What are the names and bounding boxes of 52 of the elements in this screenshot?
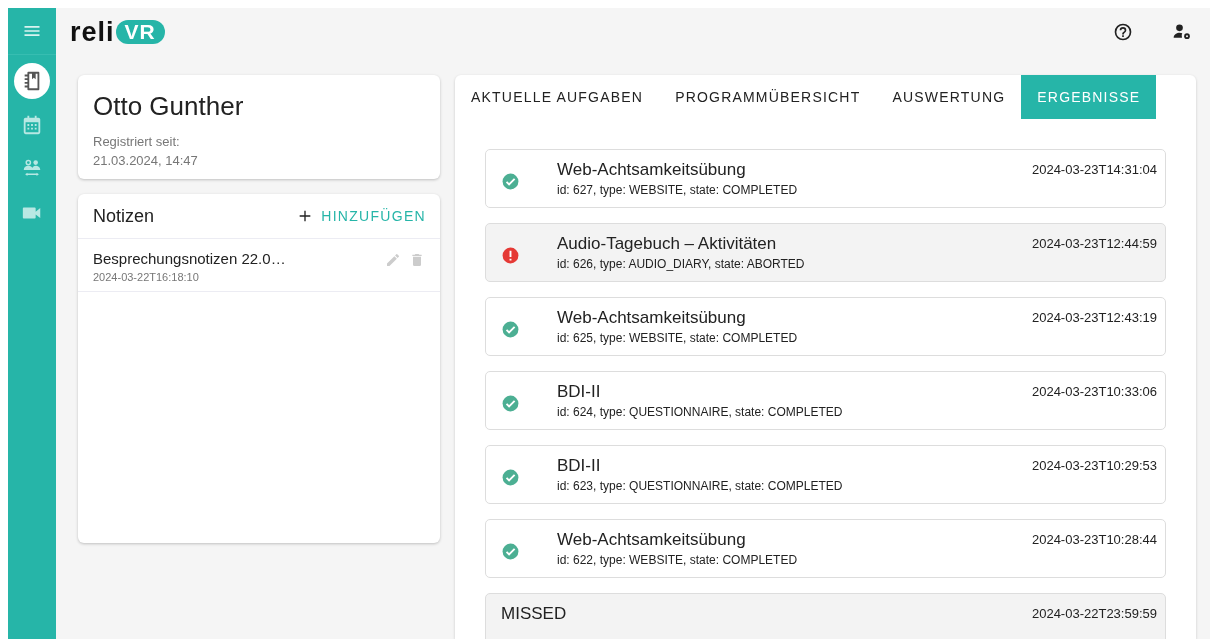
logo-text: reli: [70, 18, 115, 46]
check-circle-icon: [501, 468, 520, 487]
result-title: MISSED: [501, 603, 568, 624]
patient-name: Otto Gunther: [93, 91, 245, 122]
result-details: id: 626, type: AUDIO_DIARY, state: ABORTED: [557, 257, 806, 271]
tab[interactable]: AUSWERTUNG: [876, 75, 1022, 119]
result-card[interactable]: MISSED 2024-03-22T23:59:59: [485, 593, 1166, 639]
edit-note-button[interactable]: [385, 252, 401, 268]
result-card[interactable]: Web-Achtsamkeitsübung id: 622, type: WEBSITE, state: COMPLETED 2024-03-23T10:28:44: [485, 519, 1166, 578]
tab[interactable]: AKTUELLE AUFGABEN: [455, 75, 660, 119]
registered-date: 21.03.2024, 14:47: [93, 152, 199, 170]
result-details: id: 625, type: WEBSITE, state: COMPLETED: [557, 331, 799, 345]
result-title: Audio-Tagebuch – Aktivitäten: [557, 233, 778, 254]
logo-badge: VR: [115, 19, 165, 44]
delete-note-button[interactable]: [409, 252, 425, 268]
result-card[interactable]: Web-Achtsamkeitsübung id: 625, type: WEBSITE, state: COMPLETED 2024-03-23T12:43:19: [485, 297, 1166, 356]
check-circle-icon: [501, 394, 520, 413]
result-timestamp: 2024-03-23T12:44:59: [1031, 235, 1157, 251]
result-card[interactable]: BDI-II id: 623, type: QUESTIONNAIRE, state: COMPLETED 2024-03-23T10:29:53: [485, 445, 1166, 504]
user-gear-icon: [1172, 22, 1192, 42]
check-circle-icon: [501, 542, 520, 561]
calendar-icon: [21, 114, 43, 136]
result-timestamp: 2024-03-23T10:33:06: [1031, 383, 1157, 399]
registered-label: Registriert seit:: [93, 133, 181, 151]
result-title: BDI-II: [557, 381, 602, 402]
tab[interactable]: PROGRAMMÜBERSICHT: [659, 75, 877, 119]
error-circle-icon: [501, 246, 520, 265]
check-circle-icon: [501, 320, 520, 339]
notes-title: Notizen: [93, 205, 155, 227]
result-card[interactable]: Web-Achtsamkeitsübung id: 627, type: WEBSITE, state: COMPLETED 2024-03-23T14:31:04: [485, 149, 1166, 208]
sidebar-nav-button[interactable]: [14, 63, 50, 99]
result-details: id: 622, type: WEBSITE, state: COMPLETED: [557, 553, 799, 567]
pencil-icon: [385, 252, 401, 268]
result-details: id: 627, type: WEBSITE, state: COMPLETED: [557, 183, 799, 197]
result-title: Web-Achtsamkeitsübung: [557, 307, 747, 328]
result-card[interactable]: Audio-Tagebuch – Aktivitäten id: 626, type: AUDIO_DIARY, state: ABORTED 2024-03-23T12:44:59: [485, 223, 1166, 282]
result-details: id: 623, type: QUESTIONNAIRE, state: COMPLETED: [557, 479, 844, 493]
result-title: Web-Achtsamkeitsübung: [557, 529, 747, 550]
note-timestamp: 2024-03-22T16:18:10: [93, 271, 200, 283]
result-timestamp: 2024-03-23T14:31:04: [1031, 161, 1157, 177]
result-timestamp: 2024-03-23T10:29:53: [1031, 457, 1157, 473]
result-details: id: 624, type: QUESTIONNAIRE, state: COMPLETED: [557, 405, 844, 419]
result-title: BDI-II: [557, 455, 602, 476]
result-timestamp: 2024-03-23T10:28:44: [1031, 531, 1157, 547]
result-timestamp: 2024-03-22T23:59:59: [1031, 605, 1157, 621]
result-timestamp: 2024-03-23T12:43:19: [1031, 309, 1157, 325]
result-title: Web-Achtsamkeitsübung: [557, 159, 747, 180]
check-circle-icon: [501, 172, 520, 191]
help-icon: [1113, 22, 1133, 42]
note-title[interactable]: Besprechungsnotizen 22.0…: [93, 250, 385, 267]
result-card[interactable]: BDI-II id: 624, type: QUESTIONNAIRE, state: COMPLETED 2024-03-23T10:33:06: [485, 371, 1166, 430]
trash-icon: [409, 252, 425, 268]
